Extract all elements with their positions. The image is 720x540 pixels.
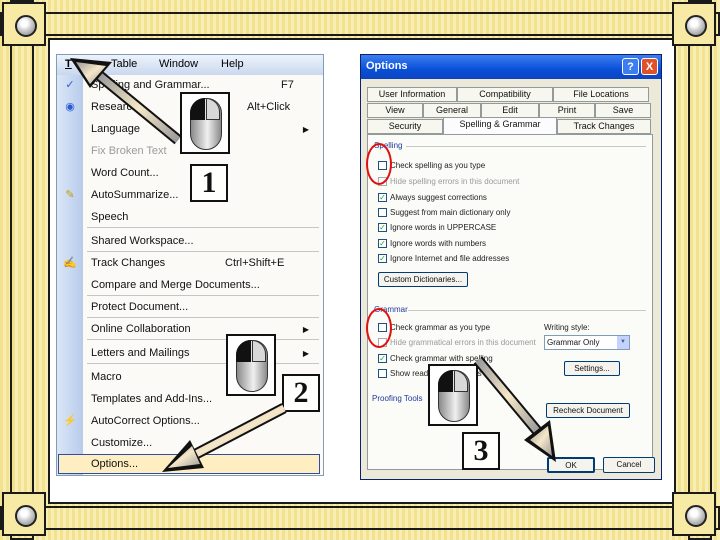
arrow-to-options-item — [162, 403, 287, 472]
arrow-to-tools-menu — [70, 58, 182, 145]
arrow-overlay — [70, 58, 556, 472]
arrow-to-ok-button — [473, 356, 556, 462]
